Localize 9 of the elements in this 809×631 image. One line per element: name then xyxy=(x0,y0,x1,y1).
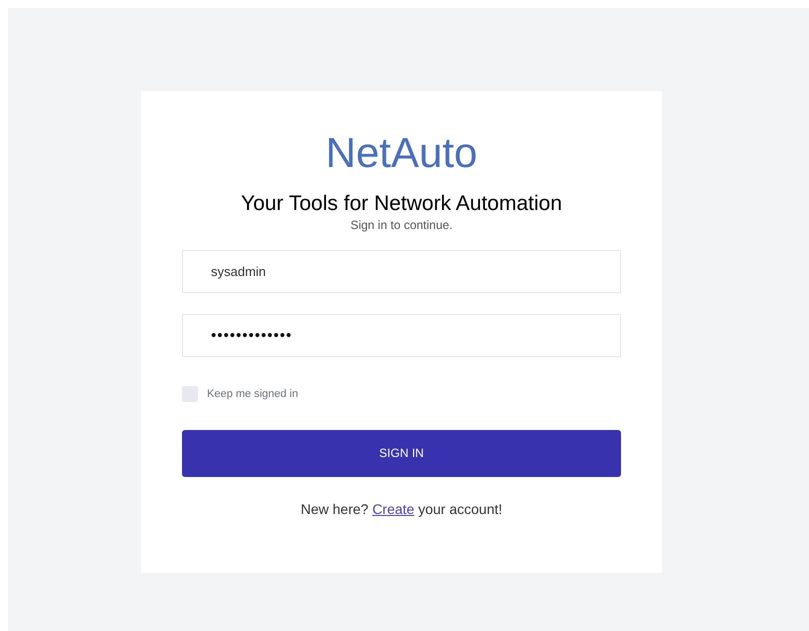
create-account-link[interactable]: Create xyxy=(372,500,414,516)
subheading: Sign in to continue. xyxy=(350,217,453,233)
username-field[interactable]: sysadmin xyxy=(182,250,621,293)
password-field[interactable]: ••••••••••••• xyxy=(182,314,621,357)
remember-label: Keep me signed in xyxy=(207,387,298,402)
sign-in-button[interactable]: SIGN IN xyxy=(182,430,621,476)
brand-title: NetAuto xyxy=(326,128,478,178)
signup-prompt: New here? Create your account! xyxy=(300,500,502,519)
heading: Your Tools for Network Automation xyxy=(240,191,562,217)
